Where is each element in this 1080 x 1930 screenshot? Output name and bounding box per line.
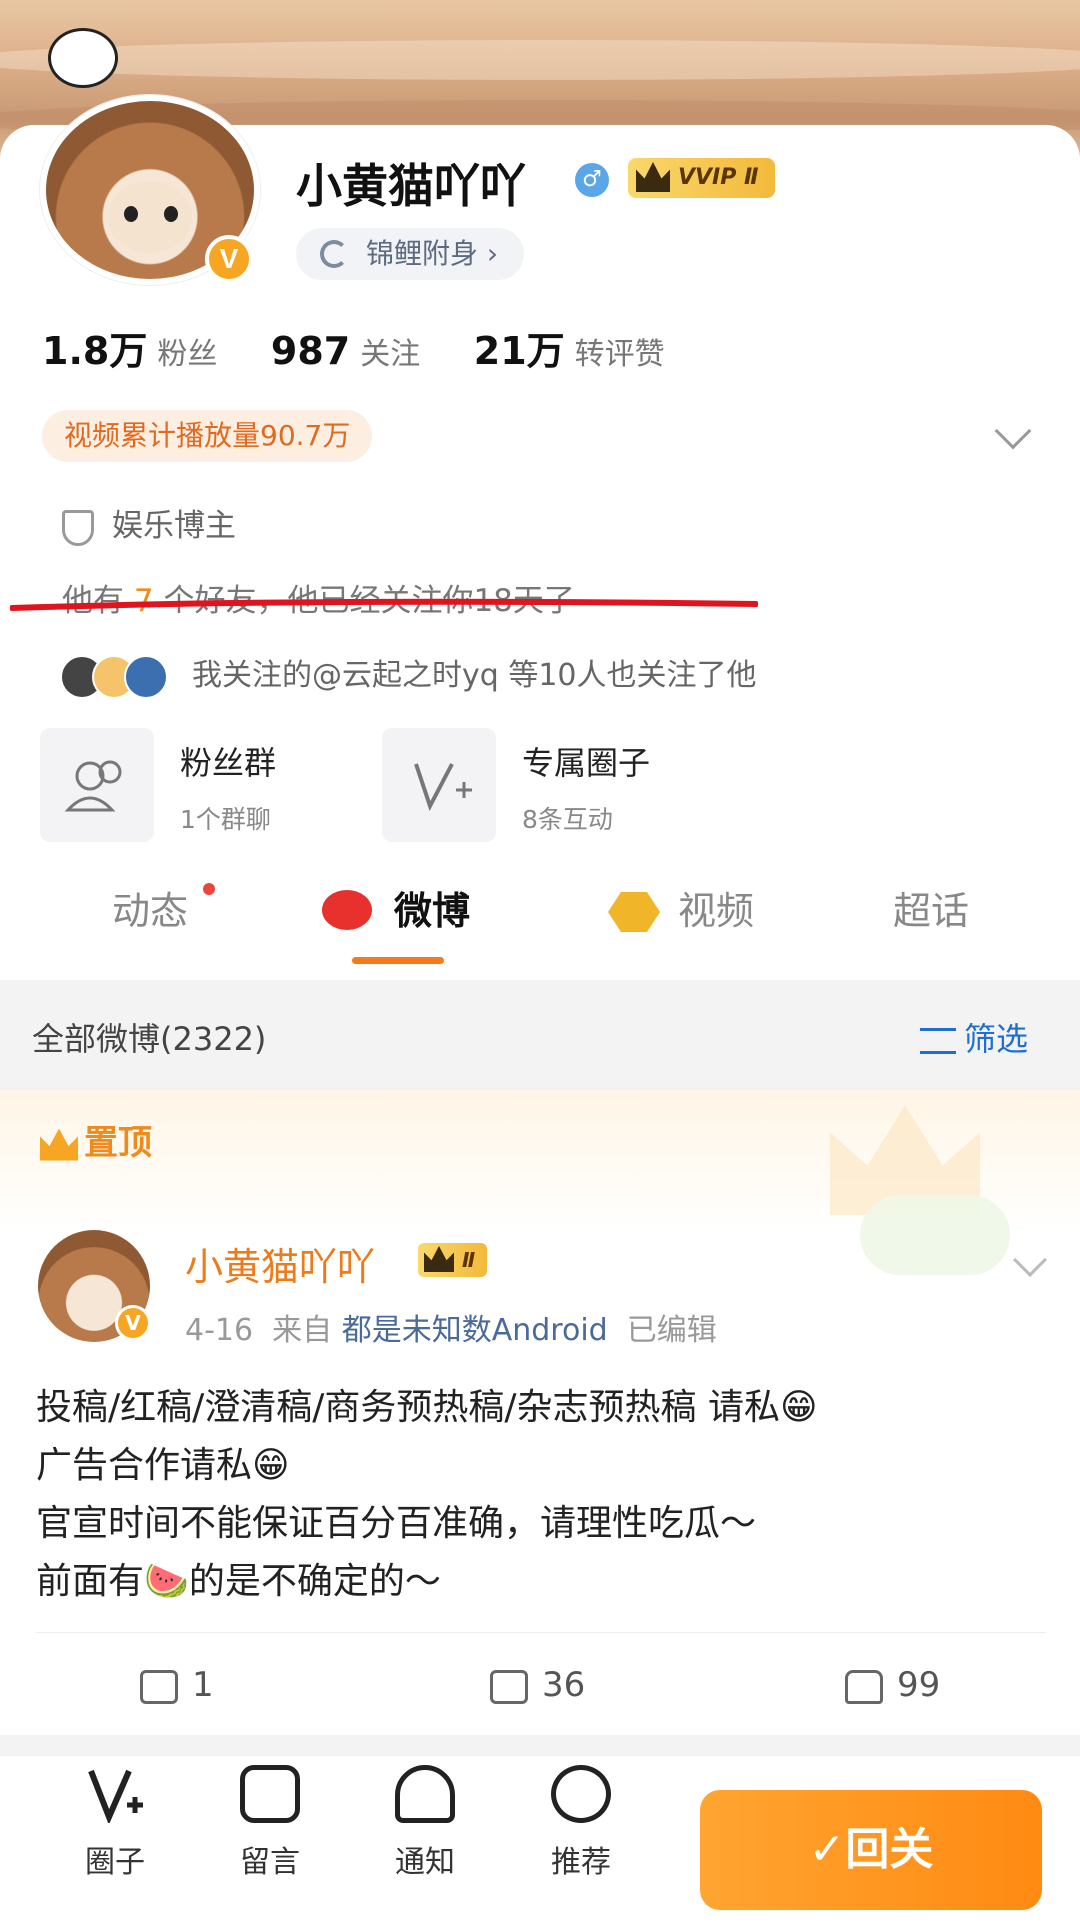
post-menu-chevron-icon[interactable] [1013, 1243, 1047, 1277]
message-icon [240, 1765, 300, 1823]
nav-recommend[interactable]: 推荐 [526, 1765, 636, 1881]
exclusive-circle-title[interactable]: 专属圈子 [522, 738, 650, 784]
pinned-label: 置顶 [40, 1115, 152, 1164]
video-playcount-badge[interactable]: 视频累计播放量90.7万 [42, 410, 373, 462]
all-weibo-count[interactable]: 全部微博(2322) [32, 1014, 266, 1060]
mutual-avatar [124, 654, 168, 699]
thumbs-up-icon [845, 1669, 883, 1704]
group-people-icon [64, 760, 122, 812]
post-crown-badge: Ⅱ [418, 1243, 488, 1277]
crown-icon [636, 162, 670, 192]
cat-eye-left [124, 206, 138, 222]
recommend-icon [551, 1765, 611, 1823]
post-text-line: 官宣时间不能保证百分百准确，请理性吃瓜～ [36, 1503, 757, 1544]
post-text-line: 投稿/红稿/澄清稿/商务预热稿/杂志预热稿 请私😁 [36, 1387, 818, 1428]
circle-v-plus-icon [414, 763, 472, 812]
unread-dot [203, 883, 215, 895]
vvip-badge[interactable]: VVIP Ⅱ [628, 158, 775, 198]
stat-fans[interactable]: 1.8万 粉丝 [42, 329, 217, 373]
koi-icon [320, 240, 348, 268]
post-verified-badge-icon: V [115, 1305, 151, 1341]
repost-icon [140, 1669, 178, 1704]
active-tab-indicator [352, 957, 444, 964]
cat-eye-right [164, 206, 178, 222]
koi-badge-button[interactable]: 锦鲤附身 › [296, 228, 525, 280]
stat-following[interactable]: 987 关注 [271, 329, 420, 373]
post-author-name[interactable]: 小黄猫吖吖 [185, 1236, 375, 1291]
tab-video[interactable]: 视频 [678, 880, 754, 935]
fan-group-subtitle: 1个群聊 [180, 805, 271, 834]
fan-group-button[interactable] [40, 728, 154, 842]
exclusive-circle-subtitle: 8条互动 [522, 805, 613, 834]
post-source-link[interactable]: 都是未知数Android [342, 1313, 608, 1348]
mutual-follow-row[interactable]: 我关注的@云起之时yq 等10人也关注了他 [60, 650, 757, 699]
crown-icon [424, 1246, 454, 1272]
profile-stats: 1.8万 粉丝 987 关注 21万 转评赞 [42, 320, 665, 375]
comment-button[interactable]: 36 [490, 1665, 585, 1705]
red-underline-annotation [10, 598, 758, 611]
profile-screen: V 小黄猫吖吖 ♂ VVIP Ⅱ 锦鲤附身 › 1.8万 粉丝 987 关注 21万… [0, 0, 1080, 1930]
fan-group-title[interactable]: 粉丝群 [180, 738, 276, 784]
divider [36, 1632, 1046, 1633]
filter-button[interactable]: 筛选 [920, 1014, 1028, 1060]
bell-icon [395, 1765, 455, 1823]
shield-icon [62, 509, 94, 546]
male-gender-icon: ♂ [575, 163, 609, 197]
tab-dynamics[interactable]: 动态 [112, 880, 188, 935]
circle-icon [85, 1765, 145, 1825]
profile-name: 小黄猫吖吖 [296, 159, 526, 213]
panda-pendant-icon [48, 28, 118, 88]
tab-weibo[interactable]: 微博 [394, 880, 470, 935]
follow-back-button[interactable]: ✓回关 [700, 1790, 1042, 1910]
weibo-logo-icon [322, 890, 372, 930]
like-button[interactable]: 99 [845, 1665, 940, 1705]
tab-supertopic[interactable]: 超话 [893, 880, 969, 935]
exclusive-circle-button[interactable] [382, 728, 496, 842]
post-text-line: 广告合作请私😁 [36, 1445, 290, 1486]
vvip-label: VVIP Ⅱ [678, 165, 759, 190]
verified-badge-icon: V [205, 235, 253, 283]
nav-circle[interactable]: 圈子 [60, 1765, 170, 1881]
cat-face [108, 181, 192, 253]
koi-label: 锦鲤附身 › [366, 237, 499, 270]
filter-icon [920, 1028, 956, 1054]
post-text-line: 前面有🍉的是不确定的～ [36, 1561, 441, 1602]
post-meta: 4-16 来自 都是未知数Android 已编辑 [185, 1313, 717, 1348]
nav-message[interactable]: 留言 [215, 1765, 325, 1881]
section-gap [0, 1735, 1080, 1755]
pin-crown-icon [40, 1128, 78, 1161]
repost-button[interactable]: 1 [140, 1665, 214, 1705]
nav-notify[interactable]: 通知 [370, 1765, 480, 1881]
creator-tagline: 娱乐博主 [62, 500, 236, 546]
comment-icon [490, 1669, 528, 1704]
bunny-sticker-icon [860, 1195, 1010, 1275]
stat-interactions[interactable]: 21万 转评赞 [474, 329, 665, 373]
